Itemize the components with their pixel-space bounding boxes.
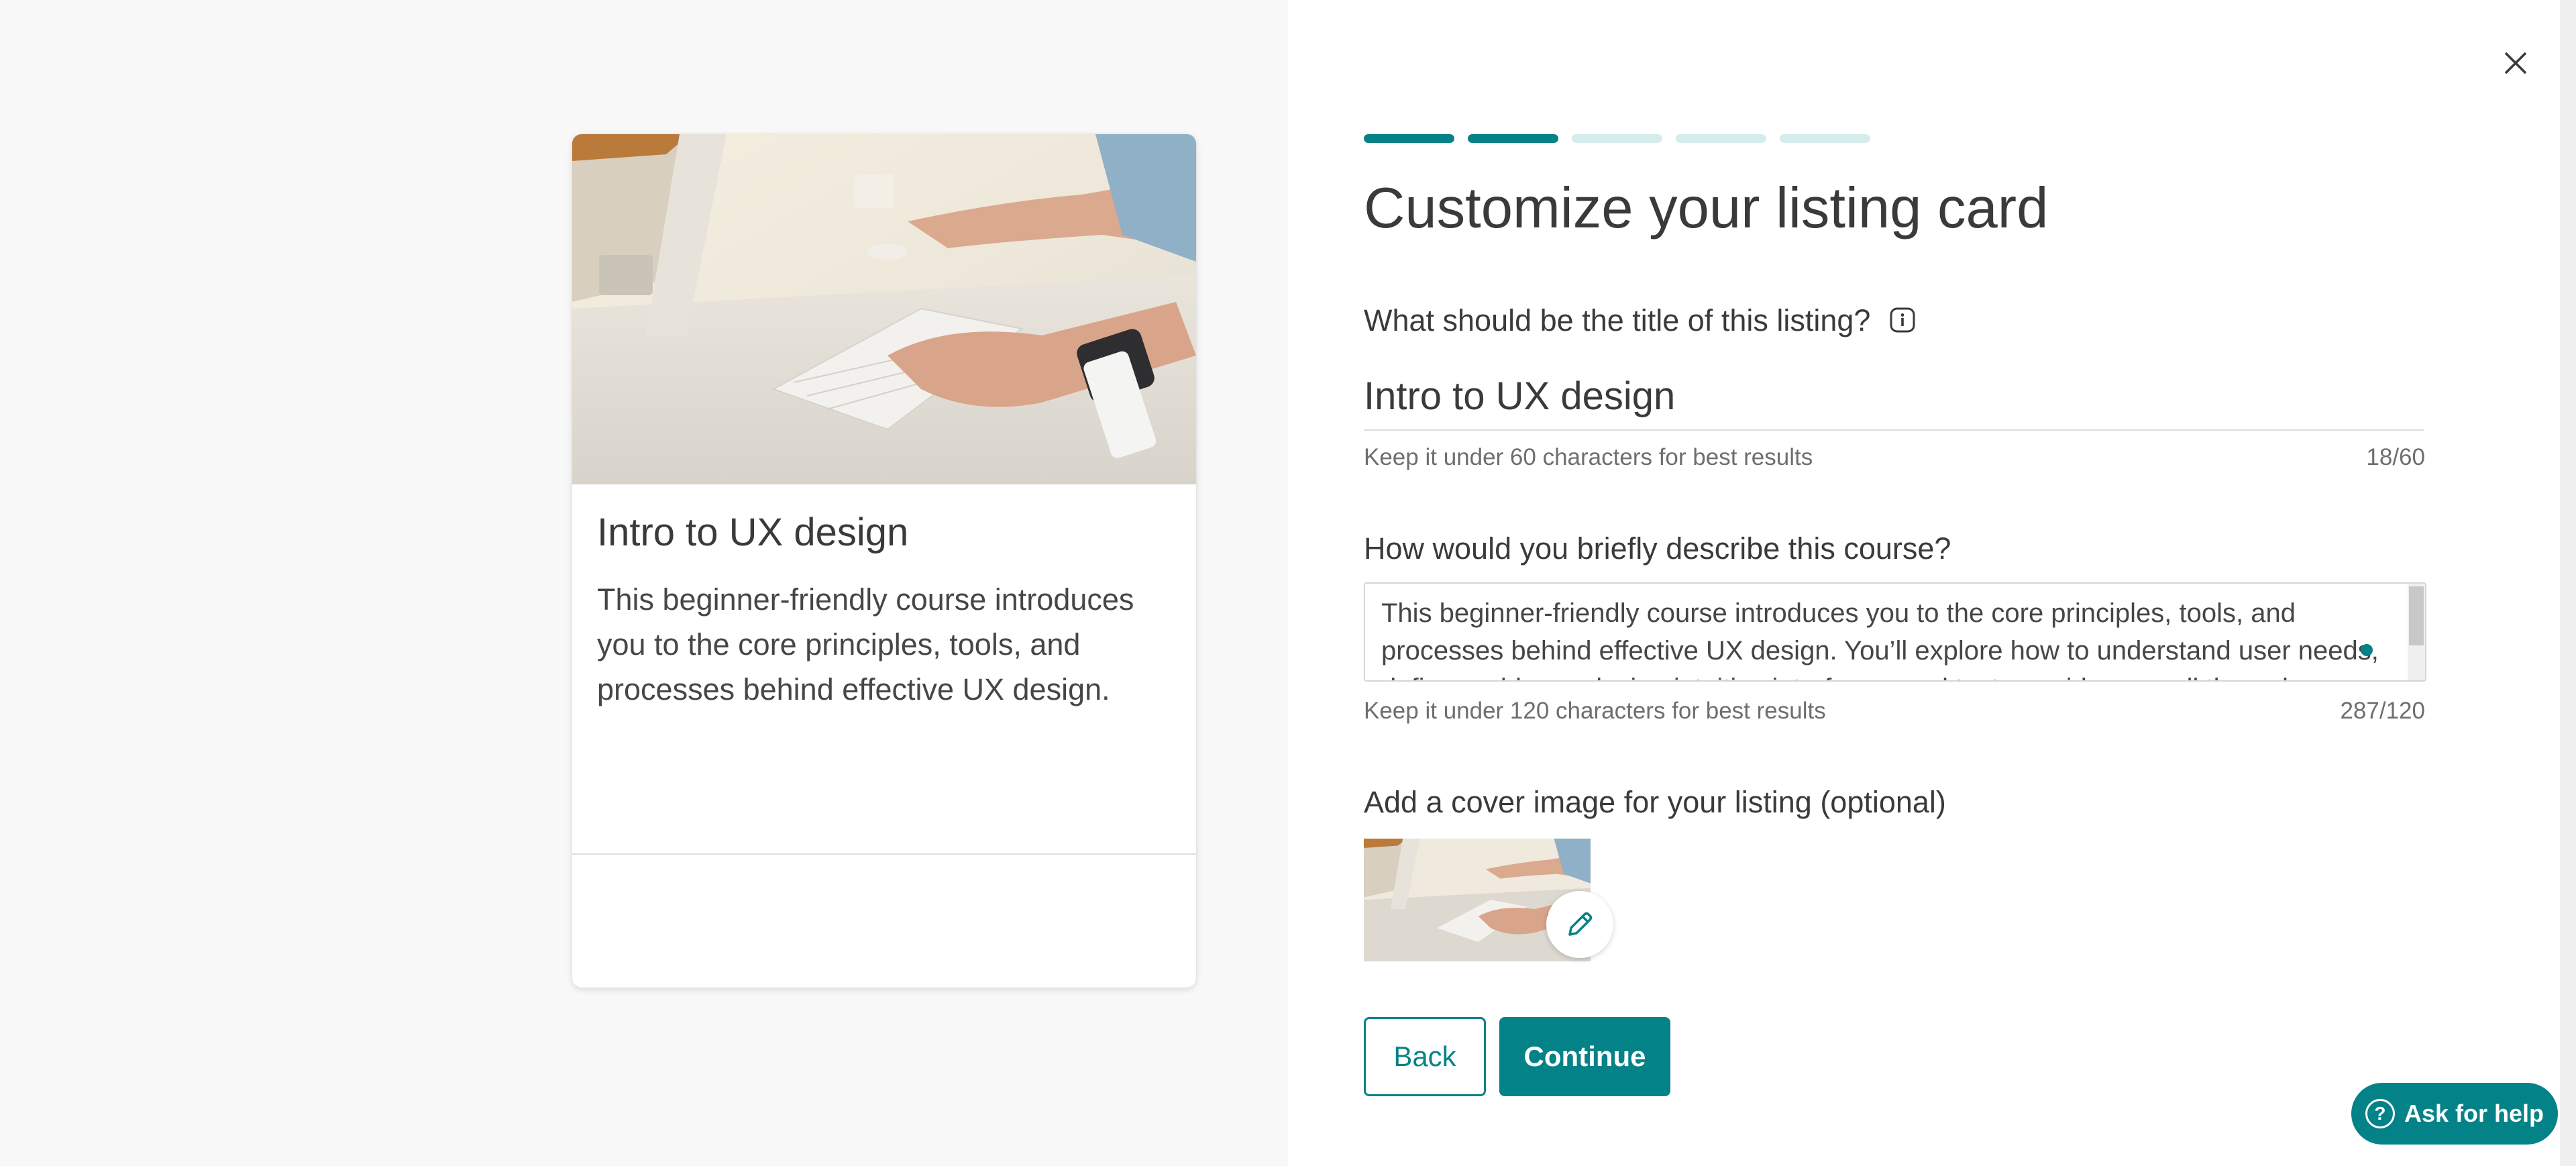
continue-button[interactable]: Continue	[1499, 1017, 1670, 1096]
info-icon[interactable]	[1890, 305, 1915, 340]
page-title: Customize your listing card	[1364, 176, 2049, 240]
question-icon: ?	[2365, 1099, 2395, 1128]
progress-step-2	[1468, 134, 1558, 143]
progress-step-4	[1676, 134, 1766, 143]
description-char-count: 287/120	[2340, 698, 2425, 724]
description-hint: Keep it under 120 characters for best re…	[1364, 698, 1826, 724]
back-button[interactable]: Back	[1364, 1017, 1486, 1096]
progress-step-1	[1364, 134, 1454, 143]
page-scrollbar[interactable]	[2560, 0, 2576, 1166]
description-textarea[interactable]: This beginner-friendly course introduces…	[1364, 582, 2426, 682]
close-button[interactable]	[2496, 43, 2536, 83]
description-scrollbar[interactable]	[2408, 584, 2425, 680]
description-field-label: How would you briefly describe this cour…	[1364, 531, 1951, 566]
close-icon	[2504, 52, 2527, 74]
title-field-label: What should be the title of this listing…	[1364, 303, 1915, 340]
card-title: Intro to UX design	[597, 511, 909, 554]
card-divider	[572, 853, 1196, 855]
title-input[interactable]	[1364, 362, 2424, 431]
description-text: This beginner-friendly course introduces…	[1381, 598, 2379, 680]
card-cover-image	[572, 134, 1196, 484]
ask-for-help-button[interactable]: ? Ask for help	[2351, 1083, 2558, 1145]
step-progress	[1364, 134, 1870, 143]
preview-pane: Intro to UX design This beginner-friendl…	[0, 0, 1288, 1166]
progress-step-3	[1572, 134, 1662, 143]
progress-step-5	[1780, 134, 1870, 143]
card-description: This beginner-friendly course introduces…	[597, 582, 1134, 706]
title-char-count: 18/60	[2366, 444, 2425, 470]
edit-cover-button[interactable]	[1546, 891, 1613, 958]
listing-card-preview: Intro to UX design This beginner-friendl…	[572, 134, 1196, 988]
title-hint: Keep it under 60 characters for best res…	[1364, 444, 1813, 470]
text-cursor-indicator	[2361, 644, 2373, 656]
ask-for-help-label: Ask for help	[2404, 1100, 2544, 1127]
pencil-icon	[1568, 912, 1593, 936]
title-field-label-text: What should be the title of this listing…	[1364, 303, 1871, 337]
description-scroll-thumb[interactable]	[2409, 586, 2424, 645]
cover-image-label: Add a cover image for your listing (opti…	[1364, 785, 1946, 819]
